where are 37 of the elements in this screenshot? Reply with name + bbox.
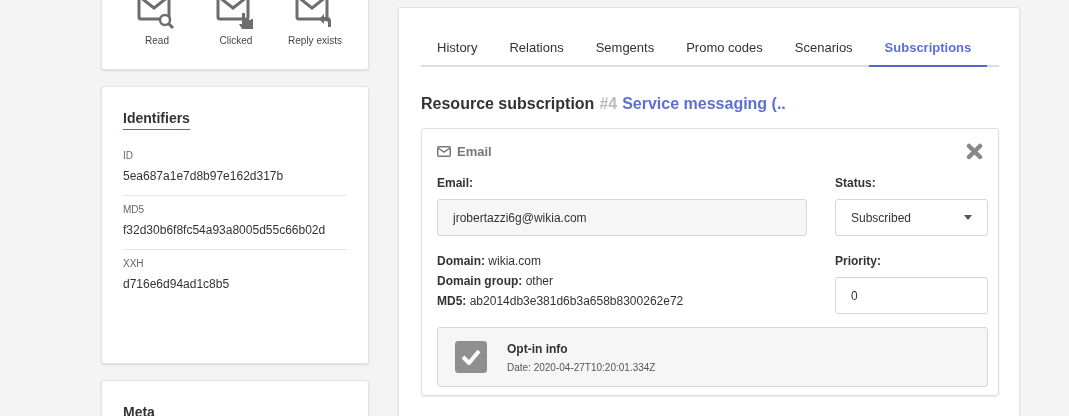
resource-number: #4 — [599, 95, 618, 113]
check-icon — [461, 349, 481, 365]
detail-text: Domain group: other — [437, 274, 555, 288]
section-title: Resource subscription — [421, 95, 595, 113]
status-dropdown[interactable]: Subscribed — [835, 199, 988, 236]
field-label: Status: — [835, 176, 877, 190]
activity-label: Clicked — [219, 34, 253, 48]
detail-text: Domain: wikia.com — [437, 254, 543, 268]
tab[interactable]: Subscriptions — [868, 34, 988, 67]
identifier-value: f32d30b6f8fc54a93a8005d55c66b02d — [123, 223, 327, 237]
tab[interactable]: Semgents — [579, 34, 671, 67]
card-title: Identifiers — [123, 110, 190, 130]
tab[interactable]: Relations — [493, 34, 580, 67]
channel-type: Email — [457, 144, 492, 159]
envelope-icon — [216, 0, 256, 29]
identifier-value: 5ea687a1e7d8b97e162d317b — [123, 169, 285, 183]
priority-field[interactable]: 0 — [835, 277, 988, 314]
identifier-value: d716e6d94ad1c8b5 — [123, 277, 231, 291]
opt-in-date: Date: 2020-04-27T10:20:01.334Z — [507, 361, 656, 373]
checkbox[interactable] — [455, 341, 487, 373]
email-field[interactable]: jrobertazzi6g@wikia.com — [437, 199, 807, 236]
activity-label: Read — [145, 34, 169, 48]
close-button[interactable] — [966, 143, 983, 160]
identifier-label: ID — [123, 150, 134, 161]
identifier-label: MD5 — [123, 204, 146, 215]
field-label: Priority: — [835, 254, 882, 268]
opt-in-title: Opt-in info — [507, 341, 569, 356]
field-label: Email: — [437, 176, 474, 190]
identifier-label: XXH — [123, 258, 145, 269]
resource-name: Service messaging (.. — [622, 95, 786, 113]
activity-label: Reply exists — [288, 34, 342, 48]
detail-text: MD5: ab2014db3e381d6b3a658b8300262e72 — [437, 294, 685, 308]
tab[interactable]: History — [421, 34, 494, 67]
caret-icon — [964, 215, 972, 220]
tab[interactable]: Promo codes — [670, 34, 779, 67]
tab[interactable]: Scenarios — [778, 34, 869, 67]
envelope-icon — [437, 146, 451, 157]
